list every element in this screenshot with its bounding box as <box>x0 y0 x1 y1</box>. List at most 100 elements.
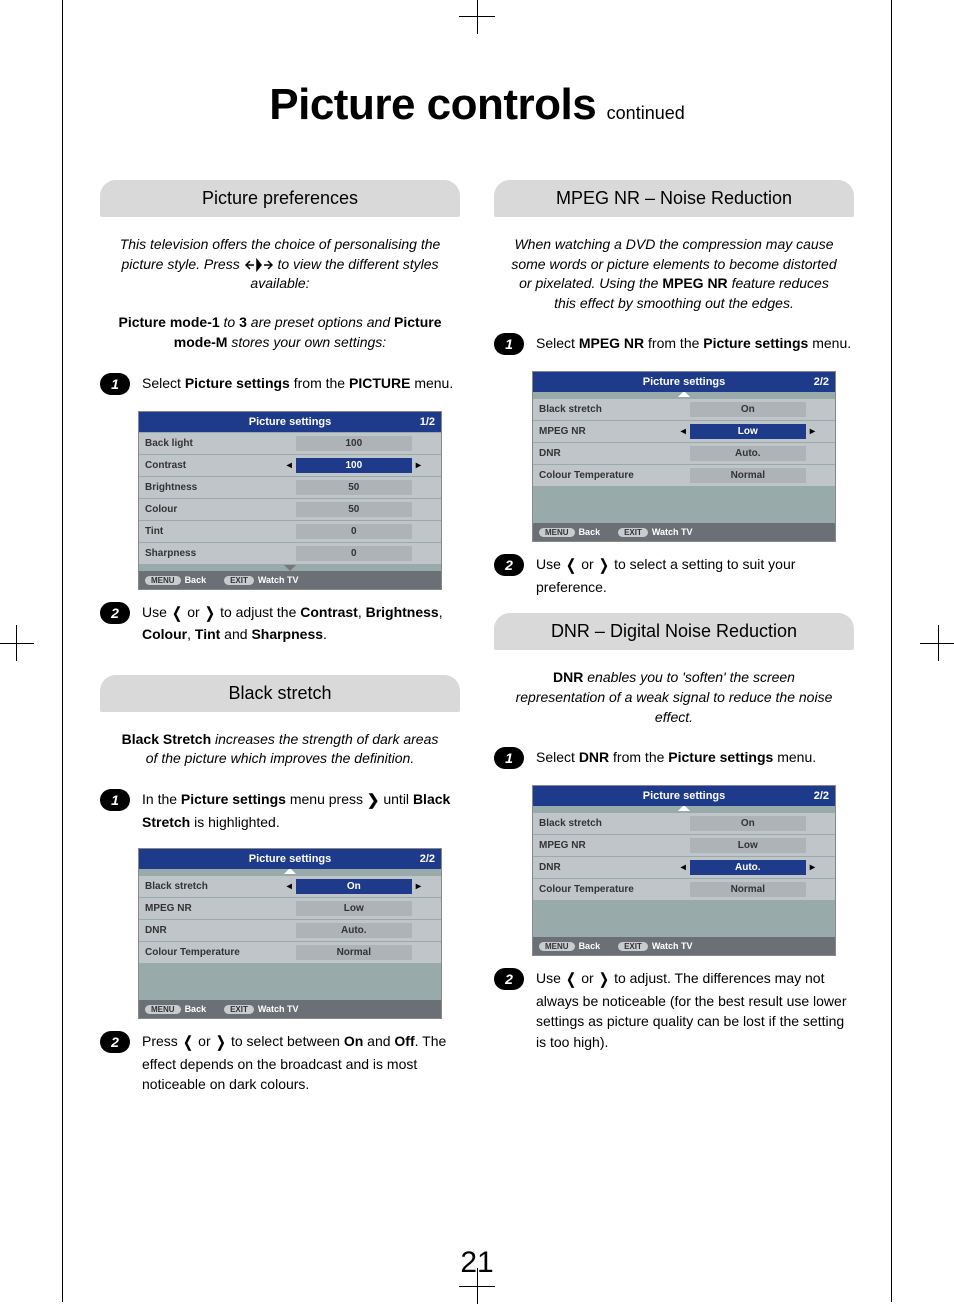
intro-text: This television offers the choice of per… <box>114 235 446 353</box>
osd-title: Picture settings2/2 <box>533 372 835 392</box>
osd-picture-settings-1: Picture settings1/2Back light100Contrast… <box>138 411 442 590</box>
step-badge-2: 2 <box>494 554 524 576</box>
osd-row-label: DNR <box>539 862 667 873</box>
osd-row-value: Low <box>690 424 806 439</box>
osd-row-label: Colour <box>145 504 273 515</box>
osd-row: MPEG NR Low <box>533 835 835 856</box>
osd-row: DNR◂Auto.▸ <box>533 857 835 878</box>
osd-row: Tint 0 <box>139 521 441 542</box>
osd-footer: MENUBackEXITWatch TV <box>533 937 835 955</box>
osd-row-value: Low <box>296 901 412 916</box>
osd-row: DNRAuto. <box>139 920 441 941</box>
crop-mark-icon <box>920 625 954 661</box>
page-number: 21 <box>0 1246 954 1280</box>
right-arrow-icon: ▸ <box>412 881 435 892</box>
section-header-black-stretch: Black stretch <box>100 675 460 712</box>
osd-row: Sharpness 0 <box>139 543 441 564</box>
osd-row-value: 0 <box>296 524 412 539</box>
osd-row: Contrast◂100▸ <box>139 455 441 476</box>
osd-row: Colour TemperatureNormal <box>139 942 441 963</box>
menu-pill: MENU <box>145 1005 181 1014</box>
step-badge-2: 2 <box>494 968 524 990</box>
left-arrow-icon: ◂ <box>667 862 690 873</box>
page-title-main: Picture controls <box>269 80 596 129</box>
step-badge-1: 1 <box>494 333 524 355</box>
osd-row-label: MPEG NR <box>145 903 273 914</box>
osd-picture-settings-2: Picture settings2/2Black stretch◂On▸MPEG… <box>138 848 442 1019</box>
osd-row-label: Back light <box>145 438 273 449</box>
osd-row-value: Auto. <box>690 860 806 875</box>
osd-picture-settings-3: Picture settings2/2Black stretchOnMPEG N… <box>532 371 836 542</box>
osd-row-value: Auto. <box>690 446 806 461</box>
exit-pill: EXIT <box>224 576 254 585</box>
exit-pill: EXIT <box>618 528 648 537</box>
osd-row-label: Black stretch <box>145 881 273 892</box>
step-text: Press ❬ or ❭ to select between On and Of… <box>142 1031 460 1094</box>
arrow-down-icon <box>284 565 296 571</box>
section-header-mpeg-nr: MPEG NR – Noise Reduction <box>494 180 854 217</box>
intro-text: DNR enables you to 'soften' the screen r… <box>508 668 840 727</box>
osd-row: Back light 100 <box>139 433 441 454</box>
osd-row-value: 50 <box>296 480 412 495</box>
osd-row-value: On <box>690 816 806 831</box>
step-text: Select Picture settings from the PICTURE… <box>142 373 453 393</box>
osd-row: DNR Auto. <box>533 443 835 464</box>
right-arrow-icon: ▸ <box>806 426 829 437</box>
osd-row-value: 100 <box>296 458 412 473</box>
osd-row-label: Colour Temperature <box>539 470 667 481</box>
osd-title: Picture settings1/2 <box>139 412 441 432</box>
osd-row: Black stretch On <box>533 399 835 420</box>
osd-footer: MENUBackEXITWatch TV <box>139 571 441 589</box>
section-header-picture-preferences: Picture preferences <box>100 180 460 217</box>
step-text: Use ❬ or ❭ to adjust. The differences ma… <box>536 968 854 1052</box>
menu-pill: MENU <box>539 528 575 537</box>
osd-row-value: Normal <box>690 468 806 483</box>
osd-footer: MENUBackEXITWatch TV <box>533 523 835 541</box>
right-arrow-icon: ▸ <box>806 862 829 873</box>
osd-title: Picture settings2/2 <box>139 849 441 869</box>
page-title: Picture controls continued <box>100 80 854 130</box>
step-text: In the Picture settings menu press ❯ unt… <box>142 789 460 832</box>
osd-row: Black stretch On <box>533 813 835 834</box>
osd-row: MPEG NR Low <box>139 898 441 919</box>
left-arrow-icon: ◂ <box>273 460 296 471</box>
step-text: Select MPEG NR from the Picture settings… <box>536 333 851 353</box>
step-badge-1: 1 <box>494 747 524 769</box>
intro-text: When watching a DVD the compression may … <box>508 235 840 313</box>
osd-picture-settings-4: Picture settings2/2 Black stretch On MPEG N… <box>532 785 836 956</box>
osd-row-label: Contrast <box>145 460 273 471</box>
exit-pill: EXIT <box>224 1005 254 1014</box>
osd-row-label: Brightness <box>145 482 273 493</box>
osd-footer: MENUBackEXITWatch TV <box>139 1000 441 1018</box>
step-text: Select DNR from the Picture settings men… <box>536 747 816 767</box>
crop-mark-icon <box>0 625 34 661</box>
osd-title: Picture settings2/2 <box>533 786 835 806</box>
left-arrow-icon: ◂ <box>273 881 296 892</box>
step-badge-2: 2 <box>100 602 130 624</box>
left-arrow-icon: ◂ <box>667 426 690 437</box>
osd-row-value: Low <box>690 838 806 853</box>
osd-row-value: Normal <box>296 945 412 960</box>
page-title-sub: continued <box>607 103 685 123</box>
osd-row-value: 100 <box>296 436 412 451</box>
osd-row-label: Tint <box>145 526 273 537</box>
step-badge-1: 1 <box>100 789 130 811</box>
step-text: Use ❬ or ❭ to adjust the Contrast, Brigh… <box>142 602 460 645</box>
osd-row-label: Black stretch <box>539 818 667 829</box>
osd-row-value: 0 <box>296 546 412 561</box>
section-header-dnr: DNR – Digital Noise Reduction <box>494 613 854 650</box>
osd-row-label: DNR <box>539 448 667 459</box>
osd-row: Colour TemperatureNormal <box>533 879 835 900</box>
osd-row-value: On <box>690 402 806 417</box>
osd-row-label: Black stretch <box>539 404 667 415</box>
osd-row-value: 50 <box>296 502 412 517</box>
osd-row: Colour 50 <box>139 499 441 520</box>
exit-pill: EXIT <box>618 942 648 951</box>
intro-text: Black Stretch increases the strength of … <box>114 730 446 769</box>
osd-row-label: MPEG NR <box>539 840 667 851</box>
picture-select-key-icon <box>244 258 274 272</box>
osd-row-value: Normal <box>690 882 806 897</box>
step-badge-1: 1 <box>100 373 130 395</box>
osd-row: Colour Temperature Normal <box>533 465 835 486</box>
osd-row-label: Sharpness <box>145 548 273 559</box>
